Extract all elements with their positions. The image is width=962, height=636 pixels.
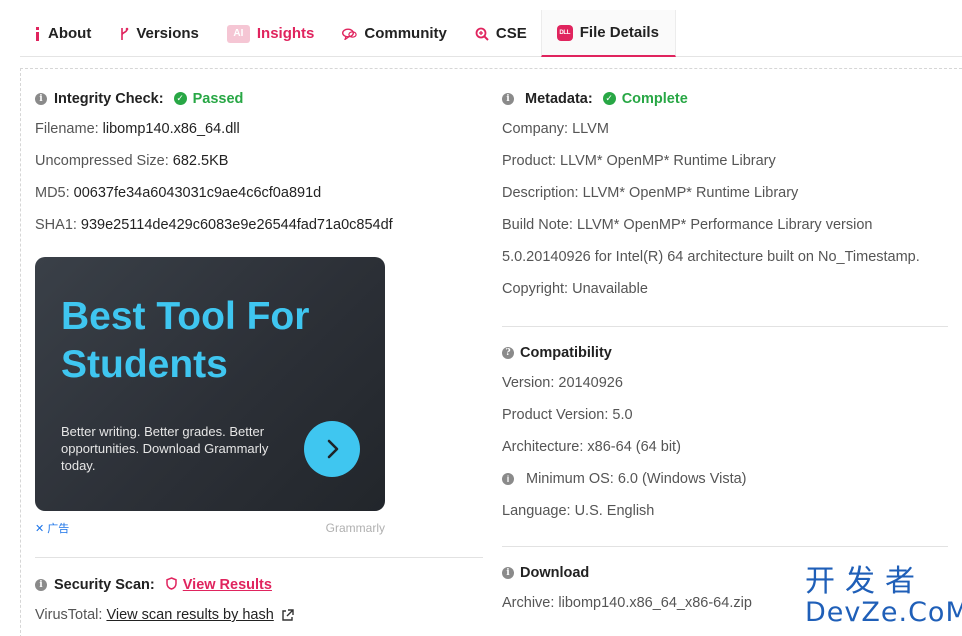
filename-row: Filename: libomp140.x86_64.dll [35,113,483,145]
info-icon[interactable]: ? [502,346,514,359]
md5-label: MD5: [35,185,70,201]
build-note-row: Build Note: LLVM* OpenMP* Performance Li… [502,217,873,233]
chevron-right-icon [327,439,339,459]
integrity-status: ✓ Passed [173,90,244,107]
architecture-row: Architecture: x86-64 (64 bit) [502,439,681,455]
ai-icon: AI [226,24,250,43]
ad-title: Best Tool For Students [61,293,361,389]
integrity-check-header: i Integrity Check: ✓ Passed [35,84,483,113]
md5-value: 00637fe34a6043031c9ae4c6cf0a891d [73,185,322,201]
metadata-status: ✓ Complete [602,90,688,107]
dll-badge: DLL [556,24,573,41]
copyright-row: Copyright: Unavailable [502,281,648,297]
compatibility-label: Compatibility [520,344,612,361]
build-note-continued: 5.0.20140926 for Intel(R) 64 architectur… [502,249,920,265]
company-row: Company: LLVM [502,121,609,137]
ad-title-line2: Students [61,343,228,386]
right-column: i Metadata: ✓ Complete Company: LLVM Pro… [502,84,948,619]
filename-label: Filename: [35,121,99,137]
security-scan-header: i Security Scan: View Results [35,570,483,599]
tab-bar: About Versions AI Insights Community CSE… [20,10,962,57]
description-row: Description: LLVM* OpenMP* Runtime Libra… [502,185,799,201]
external-link-icon[interactable] [281,608,294,622]
check-circle-icon: ✓ [602,92,616,105]
watermark-en: DevZe.CoM [805,597,962,628]
tab-label: Insights [256,25,315,42]
tab-cse[interactable]: CSE [461,10,541,57]
metadata-header: i Metadata: ✓ Complete [502,84,948,113]
dll-icon: DLL [556,24,573,41]
version-row: Version: 20140926 [502,375,623,391]
check-circle-icon: ✓ [173,92,187,105]
product-row: Product: LLVM* OpenMP* Runtime Library [502,153,776,169]
virustotal-row: VirusTotal: View scan results by hash [35,599,483,631]
ad-close-button[interactable]: ✕ 广告 [35,520,69,536]
minimum-os-row: i Minimum OS: 6.0 (Windows Vista) [502,463,948,495]
tab-label: File Details [579,24,659,41]
info-icon[interactable]: i [35,92,47,105]
left-divider [35,557,483,558]
size-value: 682.5KB [172,153,229,169]
right-divider-2 [502,546,948,547]
info-icon[interactable]: i [502,473,514,485]
right-divider [502,326,948,327]
integrity-status-text: Passed [192,90,244,107]
virustotal-label: VirusTotal: [35,607,103,623]
integrity-check-label: Integrity Check: [54,90,164,107]
shield-icon [166,576,177,593]
tab-about[interactable]: About [20,10,105,57]
tab-versions[interactable]: Versions [105,10,213,57]
tab-label: Versions [136,25,199,42]
left-column: i Integrity Check: ✓ Passed Filename: li… [35,84,483,241]
tab-insights[interactable]: AI Insights [213,10,329,57]
ad-brand: Grammarly [325,521,385,535]
tab-label: Community [364,25,447,42]
info-icon[interactable]: i [35,578,47,591]
metadata-label: Metadata: [525,90,593,107]
branch-icon [119,27,129,41]
search-icon [475,27,489,41]
sha1-label: SHA1: [35,217,77,233]
language-row: Language: U.S. English [502,503,655,519]
ai-badge: AI [226,24,250,43]
size-row: Uncompressed Size: 682.5KB [35,145,483,177]
sha1-value: 939e25114de429c6083e9e26544fad71a0c854df [80,217,393,233]
info-icon [33,26,41,41]
product-version-row: Product Version: 5.0 [502,407,633,423]
tab-label: About [48,25,92,42]
sha1-row: SHA1: 939e25114de429c6083e9e26544fad71a0… [35,209,483,241]
download-label: Download [520,564,590,581]
grammarly-ad[interactable]: Best Tool For Students Better writing. B… [35,257,385,511]
size-label: Uncompressed Size: [35,153,169,169]
tab-file-details[interactable]: DLL File Details [540,10,676,57]
view-results-link[interactable]: View Results [183,577,272,593]
info-icon[interactable]: i [502,92,514,105]
chat-icon [342,28,358,40]
ad-footer: ✕ 广告 Grammarly [35,519,385,537]
ad-copy: Better writing. Better grades. Better op… [61,424,269,473]
filename-value: libomp140.x86_64.dll [102,121,240,137]
info-icon[interactable]: i [502,566,514,579]
ad-title-line1: Best Tool For [61,295,310,338]
md5-row: MD5: 00637fe34a6043031c9ae4c6cf0a891d [35,177,483,209]
security-section: i Security Scan: View Results VirusTotal… [35,570,483,631]
ad-arrow-button[interactable] [304,421,360,477]
tab-community[interactable]: Community [328,10,461,57]
minimum-os-text: Minimum OS: 6.0 (Windows Vista) [526,471,747,487]
compatibility-header: ? Compatibility [502,338,948,367]
security-scan-label: Security Scan: [54,576,155,593]
watermark-logo: 开发者 DevZe.CoM [805,566,962,636]
metadata-status-text: Complete [621,90,688,107]
tab-label: CSE [495,25,527,42]
watermark-cn: 开发者 [805,564,925,599]
virustotal-link[interactable]: View scan results by hash [106,607,273,623]
